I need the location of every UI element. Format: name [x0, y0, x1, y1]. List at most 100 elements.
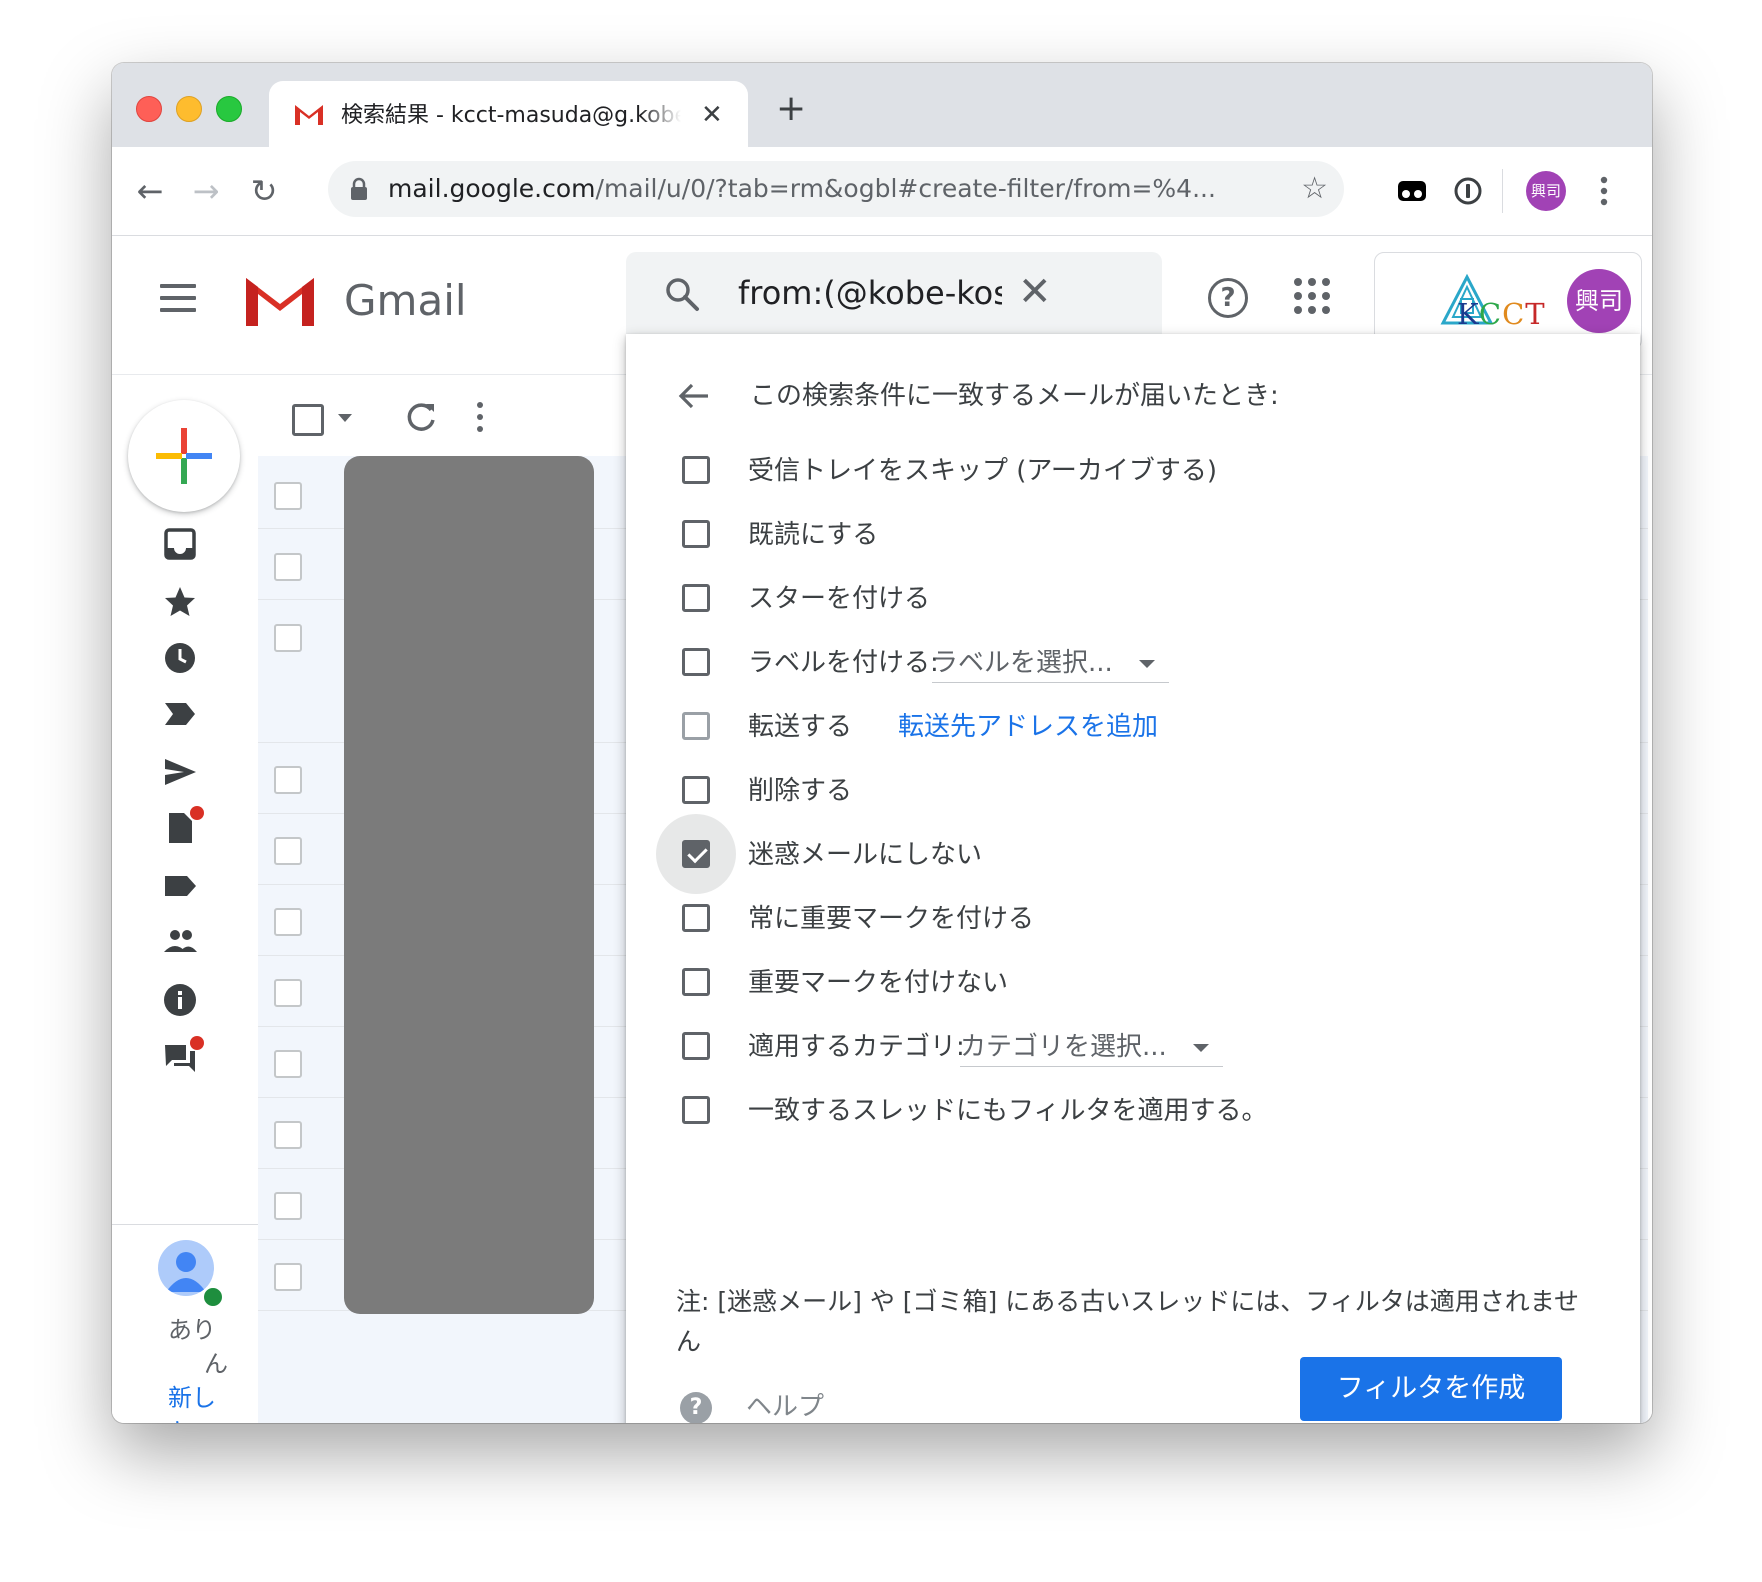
starred-icon[interactable] [162, 584, 198, 620]
kcct-brand-text: KCCT [1457, 297, 1546, 331]
create-filter-panel: この検索条件に一致するメールが届いたとき: 受信トレイをスキップ (アーカイブす… [626, 334, 1640, 1423]
row-checkbox[interactable] [274, 1050, 302, 1078]
bookmark-star-icon[interactable]: ☆ [1301, 173, 1328, 205]
help-link[interactable]: ヘルプ [746, 1388, 824, 1423]
compose-button[interactable] [128, 400, 240, 512]
row-checkbox[interactable] [274, 624, 302, 652]
option-skip-inbox[interactable]: 受信トレイをスキップ (アーカイブする) [626, 440, 1640, 504]
add-forwarding-address-link[interactable]: 転送先アドレスを追加 [898, 708, 1158, 746]
label-select-dropdown[interactable]: ラベルを選択... [932, 644, 1169, 683]
option-star[interactable]: スターを付ける [626, 568, 1640, 632]
option-label: 適用するカテゴリ: [748, 1032, 965, 1062]
category-checkbox[interactable] [682, 1032, 710, 1060]
apply-label-checkbox[interactable] [682, 648, 710, 676]
help-icon[interactable]: ? [1208, 278, 1248, 318]
tab-title: 検索結果 - kcct-masuda@g.kobe-kosen.ac.jp [341, 103, 681, 128]
tab-strip: 検索結果 - kcct-masuda@g.kobe-kosen.ac.jp ✕ … [112, 63, 1652, 147]
search-input[interactable] [738, 252, 1002, 334]
important-icon[interactable] [162, 696, 198, 732]
clear-search-icon[interactable]: ✕ [1018, 266, 1052, 318]
row-checkbox[interactable] [274, 979, 302, 1007]
always-important-checkbox[interactable] [682, 904, 710, 932]
never-spam-checkbox[interactable] [682, 840, 710, 868]
option-forward[interactable]: 転送する 転送先アドレスを追加 [626, 696, 1640, 760]
main-menu-icon[interactable] [160, 284, 196, 312]
close-window-button[interactable] [136, 96, 162, 122]
help-question-icon[interactable]: ? [680, 1392, 712, 1423]
select-dropdown-icon[interactable] [338, 414, 352, 422]
option-label: 転送する [748, 712, 853, 742]
create-filter-button[interactable]: フィルタを作成 [1300, 1357, 1562, 1421]
snoozed-icon[interactable] [162, 640, 198, 676]
search-icon[interactable] [664, 276, 700, 312]
star-checkbox[interactable] [682, 584, 710, 612]
extension-icon[interactable] [1390, 147, 1434, 235]
password-manager-icon[interactable] [1446, 147, 1490, 235]
address-bar[interactable]: mail.google.com/mail/u/0/?tab=rm&ogbl#cr… [328, 161, 1344, 217]
more-actions-icon[interactable] [476, 402, 484, 434]
inbox-icon[interactable] [162, 526, 198, 562]
new-tab-button[interactable]: + [776, 91, 806, 127]
tab-close-icon[interactable]: ✕ [701, 101, 723, 129]
row-checkbox[interactable] [274, 1121, 302, 1149]
reload-icon[interactable]: ↻ [242, 147, 286, 235]
new-chat-link-2[interactable]: ヤッ [170, 1416, 218, 1423]
option-apply-matching[interactable]: 一致するスレッドにもフィルタを適用する。 [626, 1080, 1640, 1144]
new-chat-link[interactable]: 新し [168, 1382, 216, 1414]
gmail-app: Gmail ✕ ? KCCT 興司 [112, 236, 1652, 1423]
contacts-icon[interactable] [162, 924, 198, 960]
forward-icon[interactable]: → [184, 147, 228, 235]
row-checkbox[interactable] [274, 766, 302, 794]
browser-tab[interactable]: 検索結果 - kcct-masuda@g.kobe-kosen.ac.jp ✕ [269, 81, 748, 147]
label-icon[interactable] [162, 868, 198, 904]
sent-icon[interactable] [162, 754, 198, 790]
option-always-important[interactable]: 常に重要マークを付ける [626, 888, 1640, 952]
select-all-checkbox[interactable] [292, 404, 324, 436]
skip-inbox-checkbox[interactable] [682, 456, 710, 484]
option-label: 重要マークを付けない [748, 968, 1009, 998]
account-avatar[interactable]: 興司 [1567, 269, 1631, 333]
search-bar[interactable]: ✕ [626, 252, 1162, 334]
never-important-checkbox[interactable] [682, 968, 710, 996]
google-apps-icon[interactable] [1294, 278, 1330, 314]
option-delete[interactable]: 削除する [626, 760, 1640, 824]
browser-menu-icon[interactable] [1584, 147, 1624, 235]
url-text: mail.google.com/mail/u/0/?tab=rm&ogbl#cr… [388, 161, 1216, 217]
zoom-window-button[interactable] [216, 96, 242, 122]
delete-checkbox[interactable] [682, 776, 710, 804]
row-checkbox[interactable] [274, 482, 302, 510]
option-label: スターを付ける [748, 584, 931, 614]
apply-matching-checkbox[interactable] [682, 1096, 710, 1124]
row-checkbox[interactable] [274, 908, 302, 936]
refresh-icon[interactable] [404, 400, 438, 434]
forward-checkbox[interactable] [682, 712, 710, 740]
option-label: 削除する [748, 776, 853, 806]
option-apply-label[interactable]: ラベルを付ける: ラベルを選択... [626, 632, 1640, 696]
category-select-dropdown[interactable]: カテゴリを選択... [960, 1028, 1223, 1067]
back-icon[interactable]: ← [128, 147, 172, 235]
option-never-spam[interactable]: 迷惑メールにしない [626, 814, 1640, 894]
option-label: 既読にする [748, 520, 879, 550]
profile-button[interactable]: 興司 [1522, 147, 1570, 235]
option-label: 迷惑メールにしない [748, 840, 983, 870]
brand-letter-t: T [1525, 297, 1546, 331]
option-never-important[interactable]: 重要マークを付けない [626, 952, 1640, 1016]
brand-letter-k: K [1457, 297, 1479, 331]
back-arrow-icon[interactable] [676, 378, 712, 414]
mark-read-checkbox[interactable] [682, 520, 710, 548]
option-mark-read[interactable]: 既読にする [626, 504, 1640, 568]
chat-status-text: あり [168, 1316, 216, 1344]
row-checkbox[interactable] [274, 837, 302, 865]
info-icon[interactable] [162, 982, 198, 1018]
option-category[interactable]: 適用するカテゴリ: カテゴリを選択... [626, 1016, 1640, 1080]
label-select-value: ラベルを選択... [932, 648, 1113, 678]
dropdown-arrow-icon [1192, 1044, 1209, 1052]
browser-window: 検索結果 - kcct-masuda@g.kobe-kosen.ac.jp ✕ … [112, 63, 1652, 1423]
chat-status-text-2: ん [204, 1350, 228, 1378]
row-checkbox[interactable] [274, 553, 302, 581]
minimize-window-button[interactable] [176, 96, 202, 122]
rail-divider [112, 1224, 258, 1225]
row-checkbox[interactable] [274, 1263, 302, 1291]
online-status-dot [202, 1286, 224, 1308]
row-checkbox[interactable] [274, 1192, 302, 1220]
